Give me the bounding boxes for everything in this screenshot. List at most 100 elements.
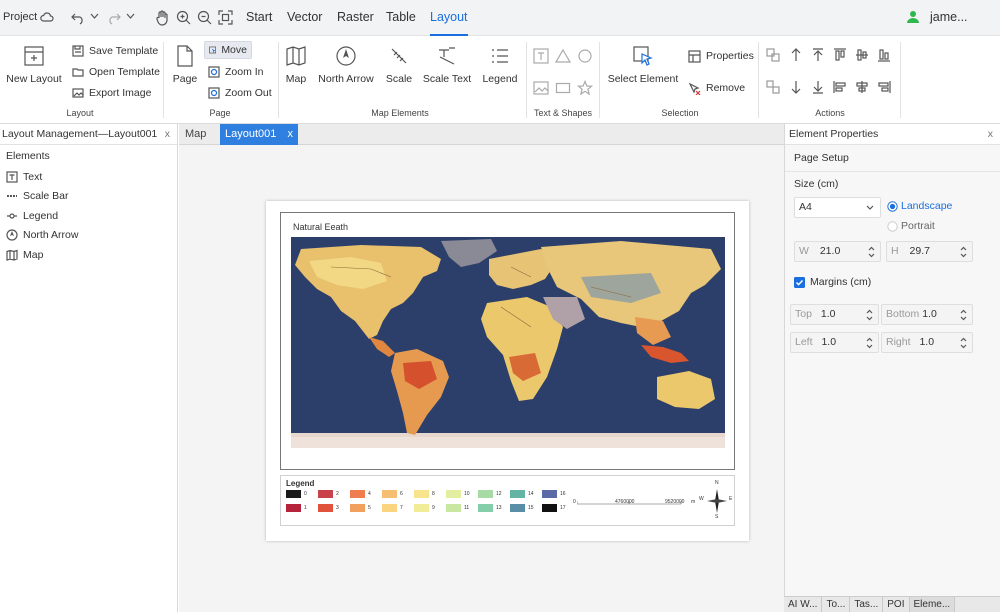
pan-hand-icon[interactable] bbox=[155, 10, 170, 26]
legend-swatch bbox=[318, 490, 333, 498]
scale-text-button[interactable]: Scale Text bbox=[422, 45, 472, 85]
menu-layout[interactable]: Layout bbox=[430, 0, 468, 36]
element-item-scale-bar[interactable]: Scale Bar bbox=[0, 187, 177, 207]
zoom-in-button[interactable]: Zoom In bbox=[208, 63, 264, 81]
text-tool-icon[interactable] bbox=[533, 48, 549, 64]
close-panel-button[interactable]: x bbox=[165, 124, 170, 145]
legend-item: 11 bbox=[446, 504, 469, 512]
chevron-down-icon bbox=[866, 205, 874, 210]
north-arrow-button[interactable]: North Arrow bbox=[316, 45, 376, 85]
landscape-radio[interactable]: Landscape bbox=[887, 200, 952, 212]
element-item-text[interactable]: Text bbox=[0, 167, 177, 187]
portrait-radio[interactable]: Portrait bbox=[887, 220, 935, 232]
size-select[interactable]: A4 bbox=[794, 197, 881, 218]
remove-icon bbox=[688, 82, 701, 95]
project-menu[interactable]: Project bbox=[3, 0, 37, 36]
tab-map[interactable]: Map bbox=[179, 124, 212, 145]
map-title[interactable]: Natural Eeath bbox=[293, 222, 348, 232]
bottom-tab-tools[interactable]: To... bbox=[822, 597, 851, 612]
stepper-icon[interactable] bbox=[868, 246, 875, 258]
full-extent-icon[interactable] bbox=[218, 10, 233, 26]
margin-bottom-field[interactable]: Bottom 1.0 bbox=[881, 304, 973, 325]
menu-raster[interactable]: Raster bbox=[337, 0, 374, 36]
circle-icon[interactable] bbox=[577, 48, 593, 64]
margin-top-field[interactable]: Top 1.0 bbox=[790, 304, 879, 325]
menu-start[interactable]: Start bbox=[246, 0, 272, 36]
close-panel-button[interactable]: x bbox=[988, 124, 993, 145]
group-elements-icon[interactable] bbox=[766, 48, 780, 62]
user-name[interactable]: jame... bbox=[930, 0, 968, 36]
menu-vector[interactable]: Vector bbox=[287, 0, 322, 36]
margin-right-field[interactable]: Right 1.0 bbox=[881, 332, 973, 353]
height-field[interactable]: H 29.7 bbox=[886, 241, 973, 262]
bottom-tab-ai[interactable]: AI W... bbox=[784, 597, 823, 612]
margin-left-field[interactable]: Left 1.0 bbox=[790, 332, 879, 353]
bottom-tab-tasks[interactable]: Tas... bbox=[850, 597, 884, 612]
layout-page[interactable]: Natural Eeath Legend 0 1 2 3 4 5 6 7 8 9… bbox=[266, 201, 749, 541]
element-item-north-arrow[interactable]: North Arrow bbox=[0, 226, 177, 246]
element-item-legend[interactable]: Legend bbox=[0, 206, 177, 226]
zoom-in-icon[interactable] bbox=[176, 10, 191, 26]
redo-dropdown-icon[interactable] bbox=[126, 13, 135, 23]
select-element-button[interactable]: Select Element bbox=[606, 45, 680, 85]
rectangle-icon[interactable] bbox=[555, 80, 571, 96]
stepper-icon[interactable] bbox=[866, 309, 873, 321]
scale-button[interactable]: Scale bbox=[384, 45, 414, 85]
stepper-icon[interactable] bbox=[960, 309, 967, 321]
align-bottom-icon[interactable] bbox=[877, 48, 891, 62]
layout-canvas[interactable]: Natural Eeath Legend 0 1 2 3 4 5 6 7 8 9… bbox=[179, 145, 784, 612]
legend-button[interactable]: Legend bbox=[481, 45, 519, 85]
ungroup-icon[interactable] bbox=[766, 80, 780, 94]
tab-close-button[interactable]: x bbox=[287, 128, 293, 140]
stepper-icon[interactable] bbox=[960, 246, 967, 258]
picture-icon[interactable] bbox=[533, 80, 549, 96]
bring-to-top-icon[interactable] bbox=[811, 48, 825, 62]
undo-dropdown-icon[interactable] bbox=[90, 13, 99, 23]
new-layout-button[interactable]: New Layout bbox=[4, 45, 64, 85]
send-to-bottom-icon[interactable] bbox=[811, 80, 825, 94]
scale-unit: m bbox=[691, 499, 696, 505]
legend-swatch bbox=[510, 504, 525, 512]
bottom-tab-elements[interactable]: Eleme... bbox=[909, 597, 956, 612]
align-right-icon[interactable] bbox=[877, 80, 891, 94]
margins-checkbox[interactable]: Margins (cm) bbox=[794, 276, 871, 288]
align-top-icon[interactable] bbox=[833, 48, 847, 62]
bottom-tab-poi[interactable]: POI bbox=[883, 597, 910, 612]
width-field[interactable]: W 21.0 bbox=[794, 241, 881, 262]
legend-box[interactable]: Legend 0 1 2 3 4 5 6 7 8 9 10 11 12 13 14 15 16 17 0 4760… bbox=[280, 475, 735, 526]
legend-item: 4 bbox=[350, 490, 371, 498]
user-icon[interactable] bbox=[906, 10, 920, 26]
map-frame[interactable]: Natural Eeath bbox=[280, 212, 735, 470]
zoom-out-button[interactable]: Zoom Out bbox=[208, 84, 272, 102]
align-left-icon[interactable] bbox=[833, 80, 847, 94]
move-button[interactable]: Move bbox=[204, 41, 252, 59]
stepper-icon[interactable] bbox=[960, 337, 967, 349]
undo-icon[interactable] bbox=[70, 11, 86, 25]
cloud-icon[interactable] bbox=[40, 11, 54, 25]
margin-bottom-label: Bottom bbox=[886, 308, 920, 320]
properties-button[interactable]: Properties bbox=[688, 47, 754, 65]
save-template-button[interactable]: Save Template bbox=[72, 42, 158, 60]
remove-button[interactable]: Remove bbox=[688, 79, 745, 97]
text-box-icon bbox=[6, 171, 18, 183]
map-button[interactable]: Map bbox=[284, 45, 308, 85]
stepper-icon[interactable] bbox=[866, 337, 873, 349]
zoom-out-icon[interactable] bbox=[197, 10, 212, 26]
compass-rose[interactable] bbox=[705, 484, 729, 518]
align-center-icon[interactable] bbox=[855, 80, 869, 94]
legend-label: Legend bbox=[482, 73, 518, 85]
star-icon[interactable] bbox=[577, 80, 593, 96]
align-middle-icon[interactable] bbox=[855, 48, 869, 62]
export-image-button[interactable]: Export Image bbox=[72, 84, 151, 102]
triangle-icon[interactable] bbox=[555, 48, 571, 64]
world-map[interactable] bbox=[291, 237, 725, 448]
tab-layout001[interactable]: Layout001 x bbox=[220, 124, 298, 145]
element-item-map[interactable]: Map bbox=[0, 245, 177, 265]
arrow-up-icon[interactable] bbox=[789, 48, 803, 62]
open-template-button[interactable]: Open Template bbox=[72, 63, 160, 81]
arrow-down-icon[interactable] bbox=[789, 80, 803, 94]
menu-table[interactable]: Table bbox=[386, 0, 416, 36]
scale-label-end: 9520000 bbox=[665, 499, 685, 505]
page-button[interactable]: Page bbox=[170, 45, 200, 85]
redo-icon[interactable] bbox=[106, 11, 122, 25]
